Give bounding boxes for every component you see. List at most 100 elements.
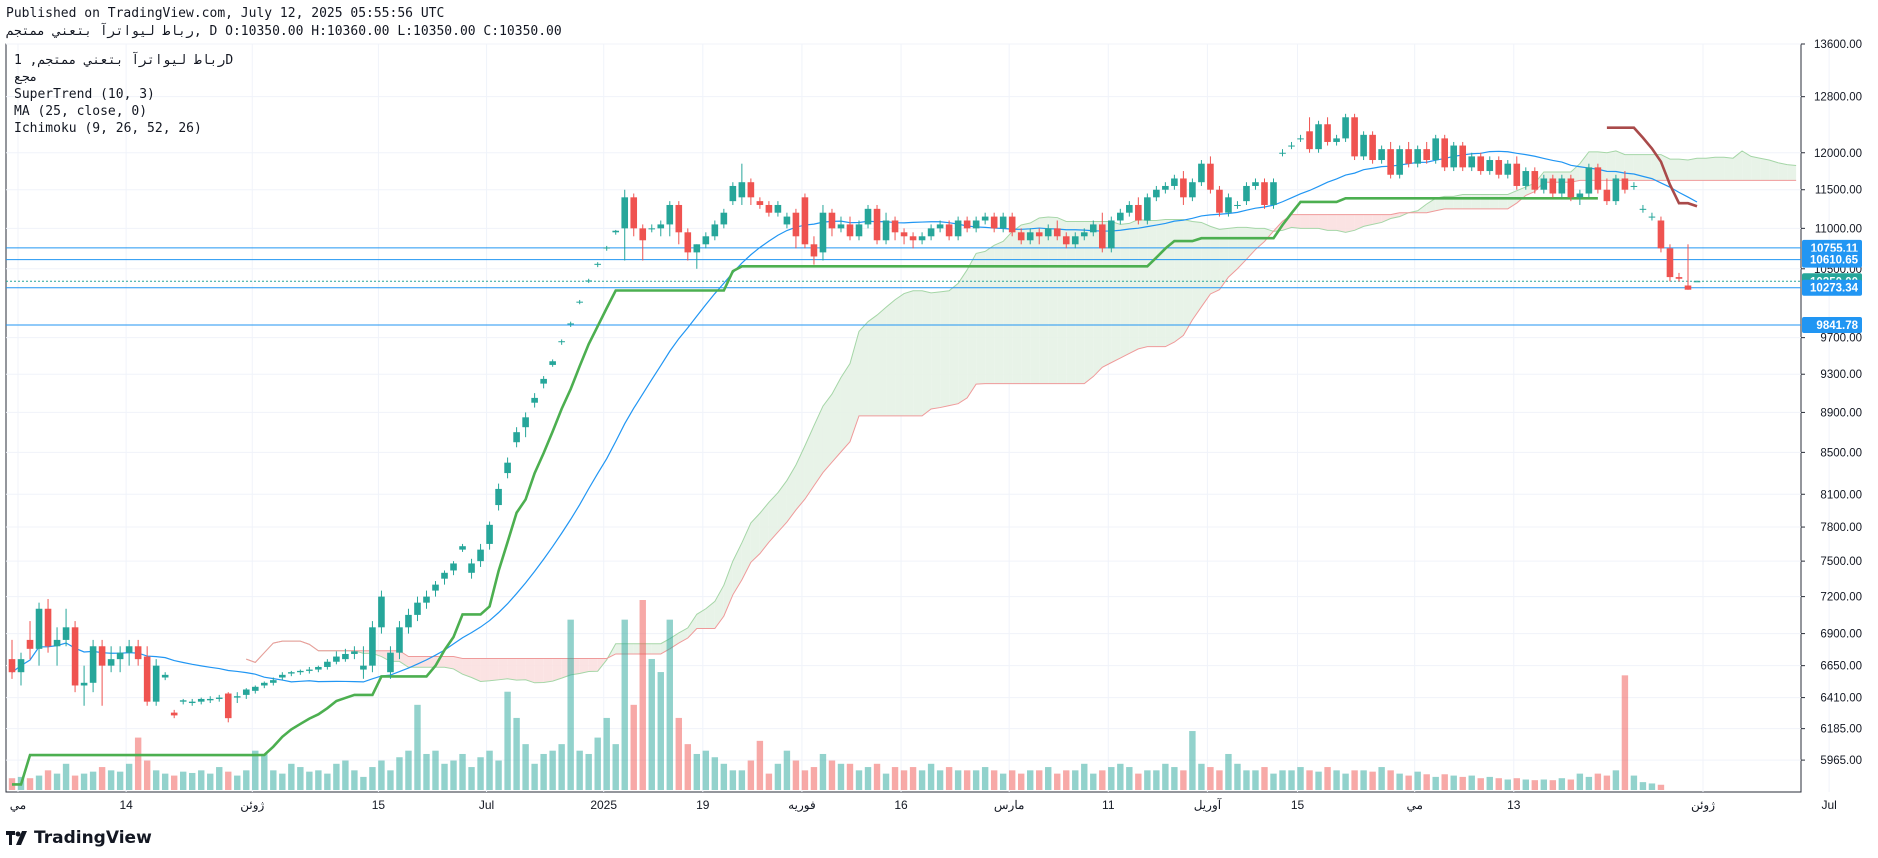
volume-bar xyxy=(143,760,151,790)
volume-bar xyxy=(1225,753,1232,790)
candle xyxy=(1243,182,1250,205)
candle-body xyxy=(251,686,259,691)
volume-bar xyxy=(846,763,854,790)
volume-bar xyxy=(1144,770,1151,790)
legend-ma[interactable]: MA (25, close, 0) xyxy=(14,103,233,120)
volume-bar xyxy=(225,771,232,790)
volume-bar xyxy=(1243,770,1250,790)
candle xyxy=(720,208,728,229)
candle-body xyxy=(846,224,854,237)
candle-body xyxy=(1495,160,1503,175)
cloud-segment xyxy=(1309,214,1319,229)
volume-bar xyxy=(1567,779,1575,790)
candle xyxy=(603,245,611,251)
candle xyxy=(1180,171,1187,205)
candle-body xyxy=(1360,134,1367,157)
candle xyxy=(1360,131,1367,161)
volume-bar xyxy=(882,773,890,790)
candle xyxy=(909,232,917,249)
candle xyxy=(80,665,88,706)
legend-symbol[interactable]: رباط ليواترآ بتعني ممتجم, 1D xyxy=(14,52,233,69)
y-tick-label: 9700.00 xyxy=(1820,333,1862,345)
candle xyxy=(1126,201,1133,217)
legend-supertrend[interactable]: SuperTrend (10, 3) xyxy=(14,86,233,103)
cloud-segment xyxy=(1498,194,1508,209)
candle-body xyxy=(1126,204,1133,213)
candle xyxy=(450,561,457,576)
candle-body xyxy=(1567,178,1575,198)
candle-body xyxy=(747,182,755,198)
price-chart[interactable]: 13600.00 12800.00 12000.00 11500.00 11000.00… xyxy=(0,0,1878,858)
y-tick-label: 9300.00 xyxy=(1820,369,1862,381)
candle-body xyxy=(1423,149,1430,161)
candle xyxy=(486,521,493,550)
candle xyxy=(1459,141,1467,172)
candle-body xyxy=(918,236,926,241)
volume-bar xyxy=(945,767,953,790)
candle xyxy=(369,621,376,673)
candle-body xyxy=(1504,163,1512,175)
candle-body xyxy=(1612,178,1620,202)
x-tick-label: ژوئن xyxy=(1691,798,1715,812)
y-tick-label: 12800.00 xyxy=(1814,92,1862,104)
y-tick-label: 12000.00 xyxy=(1814,148,1862,160)
cloud-segment xyxy=(1769,160,1779,181)
candle-body xyxy=(531,397,538,403)
volume-bar xyxy=(1045,767,1052,790)
volume-bar xyxy=(639,600,646,790)
candle xyxy=(1531,167,1539,194)
candle xyxy=(306,666,313,674)
candle-body xyxy=(1270,182,1277,205)
cloud-segment xyxy=(1300,214,1310,229)
candle-body xyxy=(1035,232,1043,237)
candle-body xyxy=(351,651,358,654)
volume-bar xyxy=(1513,778,1520,790)
candle xyxy=(1675,272,1683,282)
candle-body xyxy=(1098,224,1106,249)
volume-bar xyxy=(1324,767,1331,790)
candle xyxy=(495,483,502,511)
candle-body xyxy=(224,693,232,719)
candle xyxy=(1504,160,1512,179)
candle-body xyxy=(675,204,683,233)
volume-bar xyxy=(630,704,637,790)
cloud-segment xyxy=(1318,214,1328,231)
volume-bar xyxy=(1306,770,1313,790)
candle-body xyxy=(765,204,773,213)
cloud-segment xyxy=(552,658,562,682)
candle xyxy=(179,698,187,705)
volume-bar xyxy=(756,740,764,790)
cloud-segment xyxy=(1697,158,1707,181)
cloud-segment xyxy=(579,658,589,674)
candle-body xyxy=(1062,236,1070,245)
legend-ichimoku[interactable]: Ichimoku (9, 26, 52, 26) xyxy=(14,120,233,137)
candle-body xyxy=(369,627,376,666)
candle-body xyxy=(504,462,511,474)
volume-bar xyxy=(1504,779,1511,790)
volume-bar xyxy=(342,760,349,790)
volume-bar xyxy=(1153,770,1160,790)
candle-body xyxy=(1684,285,1692,290)
candle-body xyxy=(441,572,448,579)
candle-body xyxy=(693,244,701,253)
tradingview-logo[interactable]: TradingView xyxy=(6,828,152,848)
candle-body xyxy=(80,682,88,686)
candle xyxy=(855,220,863,241)
candle xyxy=(1495,156,1503,179)
volume-bar xyxy=(1017,773,1025,790)
candle-body xyxy=(1279,152,1286,154)
cloud-segment xyxy=(1381,214,1391,223)
volume-bar xyxy=(666,619,673,790)
candle xyxy=(774,201,782,217)
x-tick-label: 14 xyxy=(119,798,133,812)
candle xyxy=(260,681,268,689)
candle-body xyxy=(576,301,583,303)
candle xyxy=(846,216,854,241)
candle xyxy=(522,412,529,438)
volume-bar xyxy=(1558,778,1566,790)
cloud-segment xyxy=(886,299,896,416)
candle-body xyxy=(206,698,214,701)
candle xyxy=(693,244,701,269)
candle-body xyxy=(972,220,980,229)
y-tick-label: 6185.00 xyxy=(1820,724,1862,736)
